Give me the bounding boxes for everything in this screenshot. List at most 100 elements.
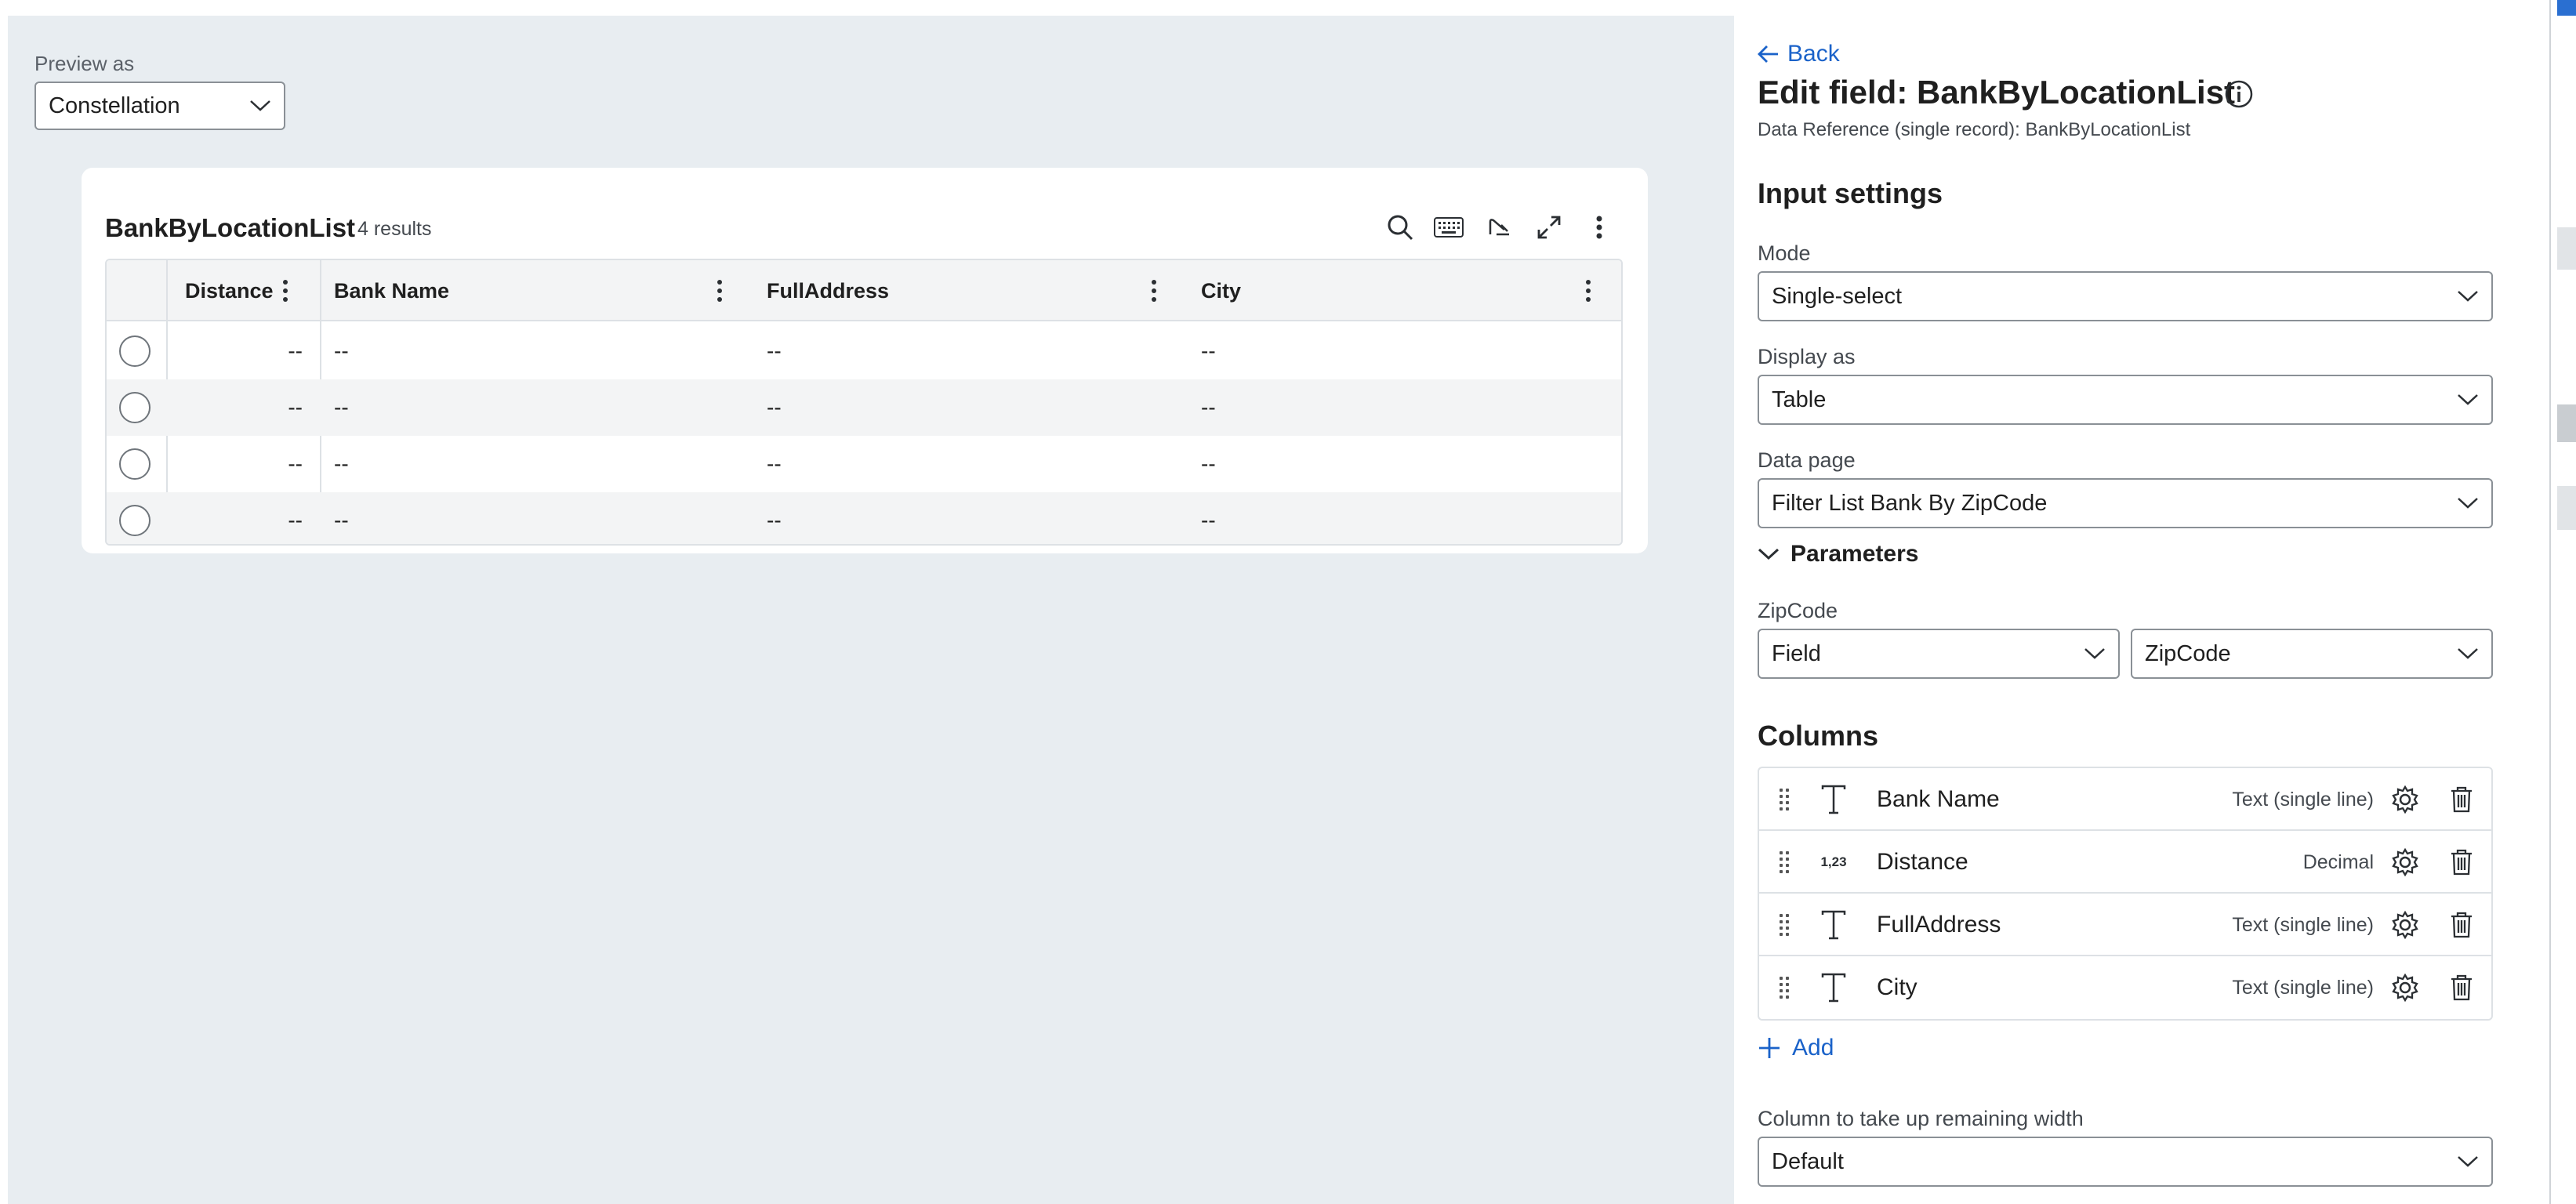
column-header-full-address[interactable]: FullAddress: [767, 260, 889, 321]
arrow-left-icon: [1758, 45, 1778, 63]
cell-bank-name: --: [334, 395, 349, 419]
plus-icon: [1759, 1038, 1780, 1058]
row-select-radio[interactable]: [119, 335, 151, 367]
chevron-down-icon: [1758, 548, 1780, 560]
table-header: Distance Bank Name FullAddress City: [107, 260, 1621, 321]
data-page-select[interactable]: Filter List Bank By ZipCode: [1758, 478, 2493, 528]
drag-handle-icon[interactable]: [1780, 914, 1789, 936]
sliver-block: [2557, 227, 2576, 270]
background-window-edge: [2549, 0, 2576, 1204]
display-as-select[interactable]: Table: [1758, 375, 2493, 425]
drag-handle-icon[interactable]: [1780, 851, 1789, 873]
column-menu-city[interactable]: [1580, 277, 1596, 305]
data-page-label: Data page: [1758, 448, 1856, 472]
column-header-bank-name[interactable]: Bank Name: [334, 260, 449, 321]
mode-value: Single-select: [1772, 283, 1903, 309]
column-name: FullAddress: [1877, 912, 2001, 937]
column-row-city[interactable]: City Text (single line): [1759, 956, 2491, 1019]
decimal-type-icon: 1,23: [1820, 854, 1847, 869]
preview-area: Preview as Constellation BankByLocationL…: [8, 16, 1734, 1204]
edit-pen-icon[interactable]: [1482, 210, 1516, 245]
table-row[interactable]: -- -- -- --: [107, 379, 1621, 436]
column-name: Distance: [1877, 849, 1968, 875]
remaining-width-select[interactable]: Default: [1758, 1137, 2493, 1187]
display-as-value: Table: [1772, 386, 1827, 412]
chevron-down-icon: [2458, 648, 2478, 659]
cell-distance: --: [288, 395, 303, 419]
trash-icon[interactable]: [2446, 972, 2477, 1003]
expand-icon[interactable]: [1532, 210, 1566, 245]
cell-city: --: [1201, 339, 1216, 363]
edit-field-panel: Back Edit field: BankByLocationList Data…: [1734, 0, 2549, 1204]
columns-heading: Columns: [1758, 720, 1879, 752]
parameters-toggle[interactable]: Parameters: [1758, 541, 1918, 568]
cell-full-address: --: [767, 508, 782, 532]
display-as-label: Display as: [1758, 345, 1856, 368]
text-type-icon: [1814, 784, 1853, 815]
chevron-down-icon: [2458, 291, 2478, 302]
column-menu-distance[interactable]: [278, 277, 293, 305]
preview-as-select[interactable]: Constellation: [34, 82, 285, 130]
sliver-block: [2557, 486, 2576, 530]
mode-select[interactable]: Single-select: [1758, 271, 2493, 321]
column-type: Text (single line): [2232, 913, 2374, 936]
column-name: Bank Name: [1877, 786, 2000, 812]
zipcode-source-value: Field: [1772, 640, 1821, 666]
cell-full-address: --: [767, 339, 782, 363]
chevron-down-icon: [2458, 394, 2478, 405]
drag-handle-icon[interactable]: [1780, 977, 1789, 999]
data-table: Distance Bank Name FullAddress City -- -…: [105, 259, 1623, 546]
row-select-radio[interactable]: [119, 448, 151, 480]
cell-distance: --: [288, 508, 303, 532]
trash-icon[interactable]: [2446, 847, 2477, 878]
gear-icon[interactable]: [2389, 847, 2421, 878]
column-row-bank-name[interactable]: Bank Name Text (single line): [1759, 768, 2491, 831]
chevron-down-icon: [2458, 498, 2478, 509]
column-menu-bank-name[interactable]: [712, 277, 727, 305]
zipcode-value: ZipCode: [2145, 640, 2231, 666]
keyboard-icon[interactable]: [1431, 210, 1466, 245]
gear-icon[interactable]: [2389, 972, 2421, 1003]
cell-city: --: [1201, 508, 1216, 532]
column-menu-full-address[interactable]: [1146, 277, 1162, 305]
gear-icon[interactable]: [2389, 909, 2421, 941]
search-icon[interactable]: [1383, 210, 1417, 245]
table-row[interactable]: -- -- -- --: [107, 323, 1621, 379]
back-link[interactable]: Back: [1758, 41, 1840, 67]
row-select-radio[interactable]: [119, 392, 151, 423]
column-header-distance[interactable]: Distance: [185, 260, 274, 321]
table-row[interactable]: -- -- -- --: [107, 436, 1621, 492]
cell-bank-name: --: [334, 339, 349, 363]
add-column-button[interactable]: Add: [1758, 1035, 1834, 1061]
trash-icon[interactable]: [2446, 784, 2477, 815]
table-title: BankByLocationList: [105, 213, 356, 242]
info-icon[interactable]: [2223, 78, 2255, 110]
chevron-down-icon: [250, 100, 270, 111]
preview-as-value: Constellation: [49, 92, 180, 118]
columns-list: Bank Name Text (single line) 1,23 Distan…: [1758, 767, 2493, 1021]
column-type: Text (single line): [2232, 976, 2374, 999]
more-options-icon[interactable]: [1582, 210, 1616, 245]
column-row-distance[interactable]: 1,23 Distance Decimal: [1759, 831, 2491, 894]
back-label: Back: [1787, 41, 1840, 67]
gear-icon[interactable]: [2389, 784, 2421, 815]
zipcode-label: ZipCode: [1758, 599, 1838, 622]
zipcode-value-select[interactable]: ZipCode: [2131, 629, 2493, 679]
row-select-radio[interactable]: [119, 505, 151, 536]
drag-handle-icon[interactable]: [1780, 789, 1789, 811]
trash-icon[interactable]: [2446, 909, 2477, 941]
mode-label: Mode: [1758, 241, 1811, 265]
remaining-width-label: Column to take up remaining width: [1758, 1107, 2084, 1130]
table-card: BankByLocationList 4 results Distance Ba…: [82, 168, 1648, 553]
text-type-icon: [1814, 909, 1853, 941]
input-settings-heading: Input settings: [1758, 177, 1943, 209]
column-header-city[interactable]: City: [1201, 260, 1241, 321]
column-row-full-address[interactable]: FullAddress Text (single line): [1759, 894, 2491, 956]
table-row[interactable]: -- -- -- --: [107, 492, 1621, 544]
cell-distance: --: [288, 339, 303, 363]
column-type: Text (single line): [2232, 788, 2374, 811]
add-label: Add: [1792, 1035, 1834, 1061]
sliver-block: [2557, 404, 2576, 442]
sliver-accent: [2557, 0, 2576, 16]
zipcode-source-select[interactable]: Field: [1758, 629, 2120, 679]
